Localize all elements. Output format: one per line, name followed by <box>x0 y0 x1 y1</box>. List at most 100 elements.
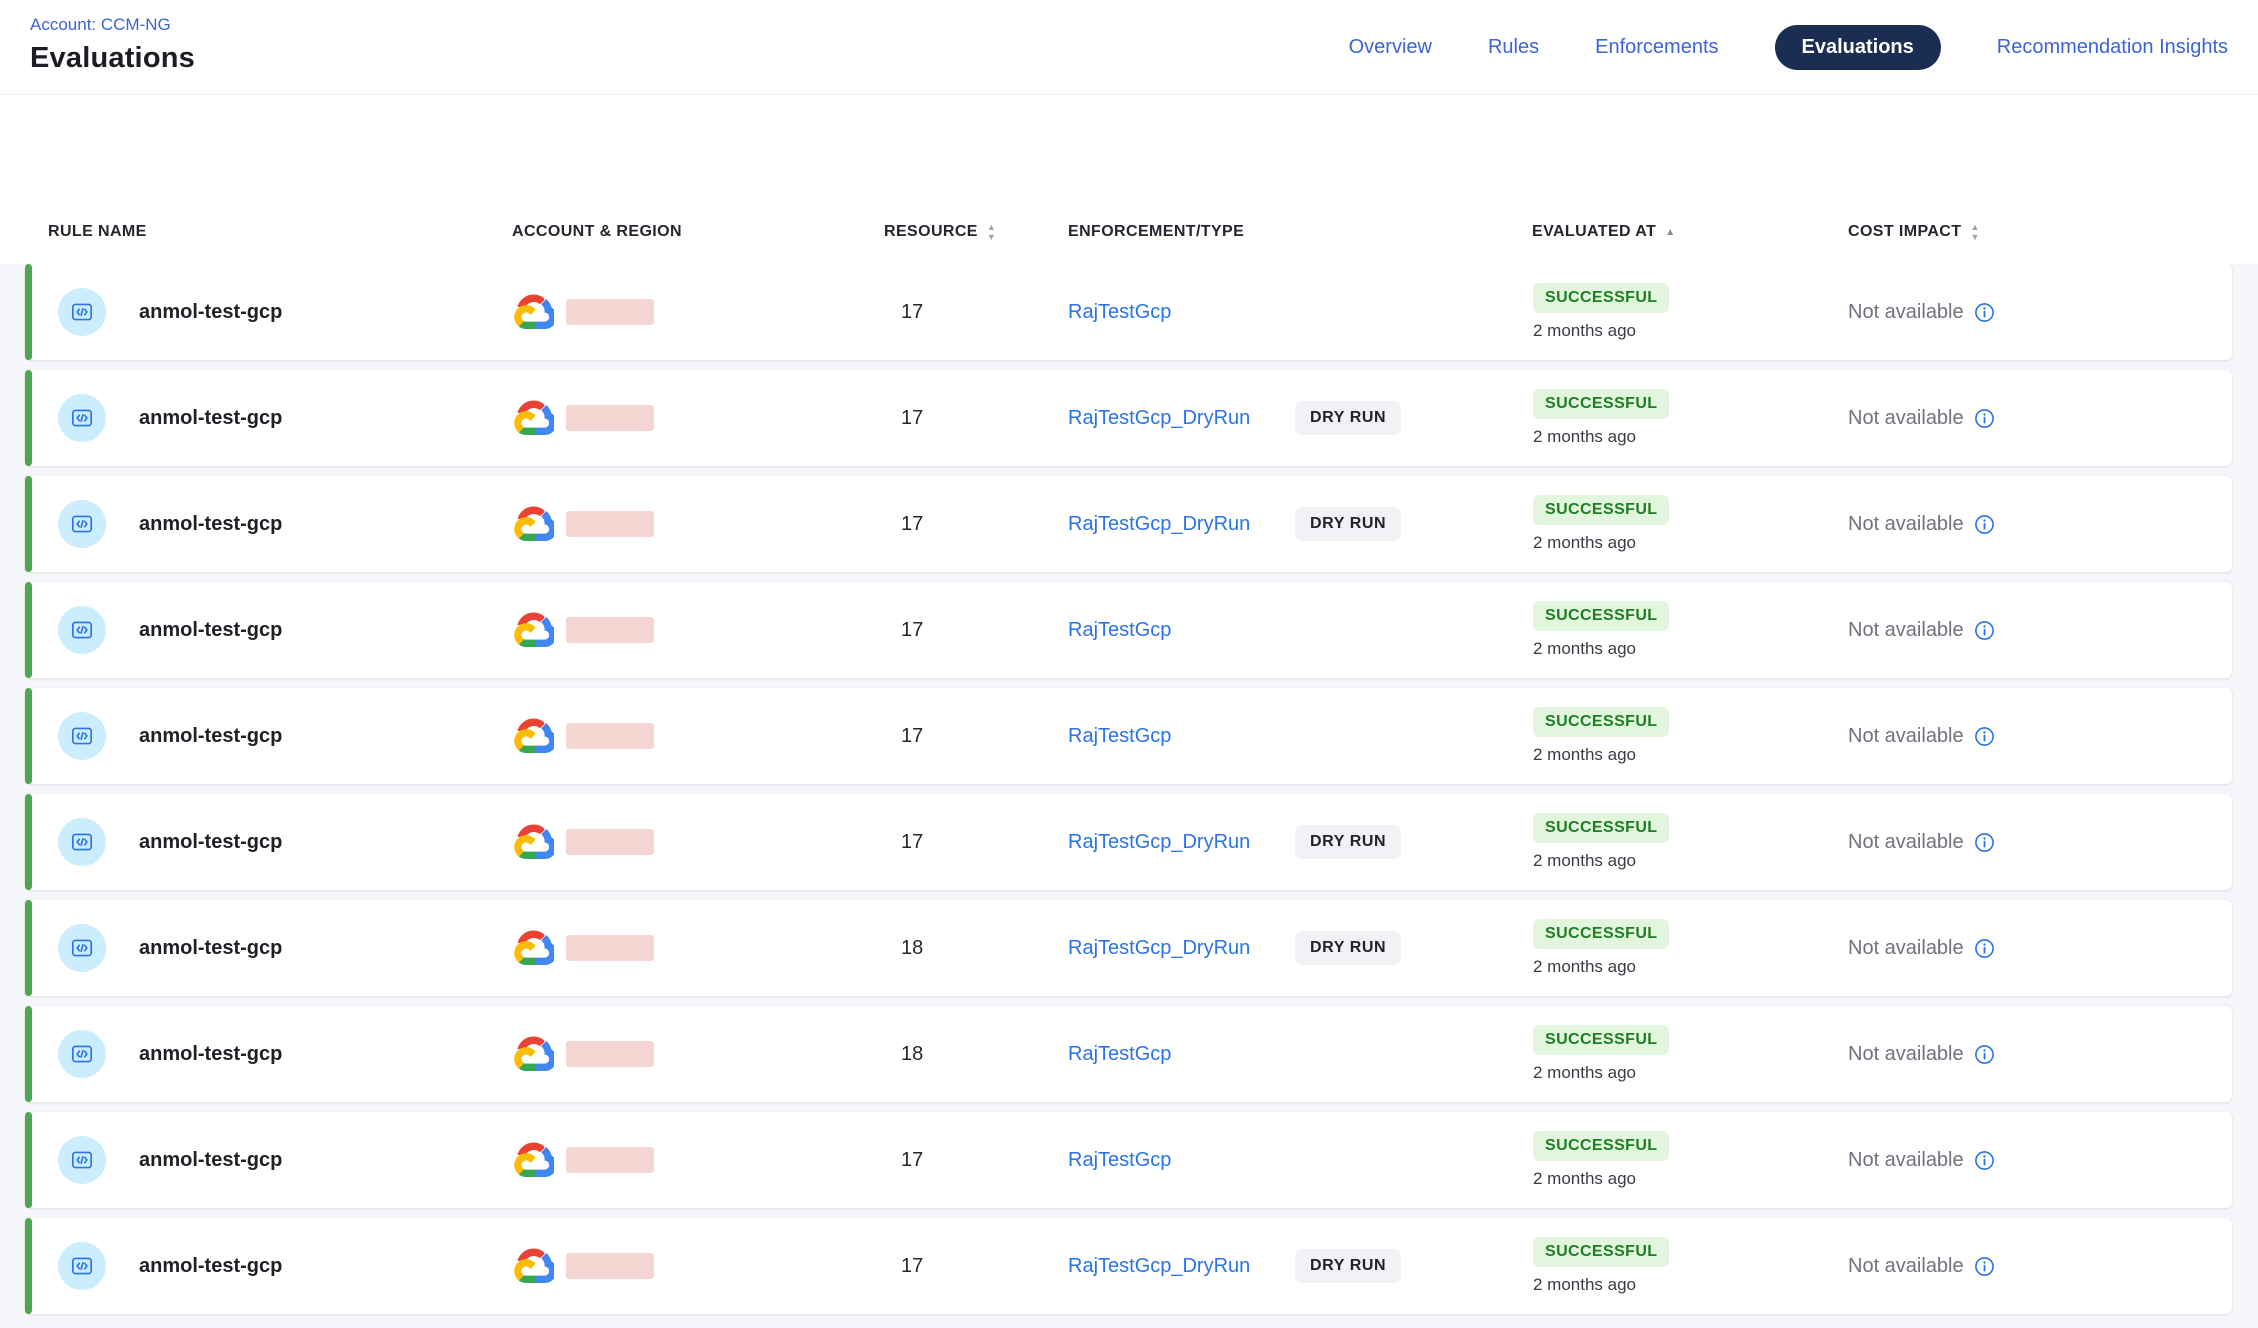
column-header-account-region: ACCOUNT & REGION <box>512 200 682 264</box>
info-icon[interactable] <box>1974 514 1995 535</box>
evaluated-at-cell: SUCCESSFUL 2 months ago <box>1533 1112 1669 1208</box>
enforcement-cell: RajTestGcp <box>1068 1112 1171 1208</box>
evaluated-at-label: 2 months ago <box>1533 745 1636 765</box>
tab-evaluations[interactable]: Evaluations <box>1775 25 1941 70</box>
evaluated-at-cell: SUCCESSFUL 2 months ago <box>1533 688 1669 784</box>
cost-impact-cell: Not available <box>1848 688 1995 784</box>
enforcement-link[interactable]: RajTestGcp <box>1068 619 1171 642</box>
cost-impact-cell: Not available <box>1848 1218 1995 1314</box>
cost-impact-label: Not available <box>1848 831 1964 854</box>
column-header-cost-impact[interactable]: COST IMPACT ▲▼ <box>1848 200 1980 264</box>
row-status-accent <box>25 264 32 360</box>
info-icon[interactable] <box>1974 302 1995 323</box>
evaluated-at-label: 2 months ago <box>1533 1169 1636 1189</box>
dry-run-cell: DRY RUN <box>1295 370 1401 466</box>
module-nav: Overview Rules Enforcements Evaluations … <box>1349 0 2228 95</box>
resource-count: 17 <box>901 407 923 430</box>
resource-count: 17 <box>901 831 923 854</box>
resource-count: 18 <box>901 1043 923 1066</box>
cost-impact-label: Not available <box>1848 937 1964 960</box>
status-badge: SUCCESSFUL <box>1533 601 1669 631</box>
table-row: anmol-test-gcp 17 RajTestGcp_DryRun DRY … <box>25 476 2232 572</box>
resource-count: 18 <box>901 937 923 960</box>
account-region-cell <box>512 688 654 784</box>
evaluated-at-cell: SUCCESSFUL 2 months ago <box>1533 264 1669 360</box>
account-region-cell <box>512 1218 654 1314</box>
column-header-resource[interactable]: RESOURCE ▲▼ <box>884 200 996 264</box>
enforcement-link[interactable]: RajTestGcp_DryRun <box>1068 937 1250 960</box>
resource-cell: 17 <box>901 582 923 678</box>
enforcement-link[interactable]: RajTestGcp_DryRun <box>1068 407 1250 430</box>
status-badge: SUCCESSFUL <box>1533 813 1669 843</box>
account-name-redacted <box>566 617 654 643</box>
enforcement-cell: RajTestGcp_DryRun <box>1068 900 1250 996</box>
resource-cell: 18 <box>901 900 923 996</box>
tab-overview[interactable]: Overview <box>1349 36 1432 59</box>
account-region-cell <box>512 476 654 572</box>
resource-cell: 17 <box>901 1218 923 1314</box>
rule-name-label: anmol-test-gcp <box>139 1255 282 1278</box>
enforcement-link[interactable]: RajTestGcp <box>1068 1043 1171 1066</box>
row-status-accent <box>25 582 32 678</box>
page-header: Account: CCM-NG Evaluations Overview Rul… <box>0 0 2258 95</box>
info-icon[interactable] <box>1974 1044 1995 1065</box>
rule-name-label: anmol-test-gcp <box>139 725 282 748</box>
tab-recommendation-insights[interactable]: Recommendation Insights <box>1997 36 2228 59</box>
evaluated-at-cell: SUCCESSFUL 2 months ago <box>1533 370 1669 466</box>
gcp-cloud-icon <box>512 612 554 648</box>
gcp-cloud-icon <box>512 1036 554 1072</box>
resource-count: 17 <box>901 1149 923 1172</box>
cost-impact-cell: Not available <box>1848 794 1995 890</box>
account-name-redacted <box>566 935 654 961</box>
row-status-accent <box>25 794 32 890</box>
enforcement-link[interactable]: RajTestGcp <box>1068 1149 1171 1172</box>
sort-ascending-icon[interactable]: ▲ <box>1665 227 1675 238</box>
column-header-evaluated-at[interactable]: EVALUATED AT ▲ <box>1532 200 1676 264</box>
rule-name-label: anmol-test-gcp <box>139 407 282 430</box>
info-icon[interactable] <box>1974 620 1995 641</box>
resource-cell: 18 <box>901 1006 923 1102</box>
info-icon[interactable] <box>1974 832 1995 853</box>
cost-impact-label: Not available <box>1848 619 1964 642</box>
evaluated-at-cell: SUCCESSFUL 2 months ago <box>1533 794 1669 890</box>
dry-run-badge: DRY RUN <box>1295 1249 1401 1283</box>
cost-impact-cell: Not available <box>1848 582 1995 678</box>
gcp-cloud-icon <box>512 1248 554 1284</box>
breadcrumb[interactable]: Account: CCM-NG <box>30 15 171 35</box>
table-row: anmol-test-gcp 17 RajTestGcp_DryRun DRY … <box>25 794 2232 890</box>
info-icon[interactable] <box>1974 1150 1995 1171</box>
rule-name-label: anmol-test-gcp <box>139 831 282 854</box>
rule-name-cell: anmol-test-gcp <box>58 476 282 572</box>
account-name-redacted <box>566 829 654 855</box>
sort-icon[interactable]: ▲▼ <box>1970 223 1979 241</box>
sort-icon[interactable]: ▲▼ <box>987 223 996 241</box>
enforcement-link[interactable]: RajTestGcp_DryRun <box>1068 1255 1250 1278</box>
row-status-accent <box>25 688 32 784</box>
evaluated-at-label: 2 months ago <box>1533 427 1636 447</box>
enforcement-cell: RajTestGcp <box>1068 1006 1171 1102</box>
dry-run-cell: DRY RUN <box>1295 794 1401 890</box>
cost-impact-label: Not available <box>1848 725 1964 748</box>
info-icon[interactable] <box>1974 726 1995 747</box>
resource-cell: 17 <box>901 264 923 360</box>
row-status-accent <box>25 1112 32 1208</box>
tab-rules[interactable]: Rules <box>1488 36 1539 59</box>
governance-rule-icon <box>58 500 106 548</box>
info-icon[interactable] <box>1974 938 1995 959</box>
enforcement-cell: RajTestGcp_DryRun <box>1068 370 1250 466</box>
status-badge: SUCCESSFUL <box>1533 1131 1669 1161</box>
enforcement-link[interactable]: RajTestGcp <box>1068 725 1171 748</box>
enforcement-link[interactable]: RajTestGcp <box>1068 301 1171 324</box>
enforcement-cell: RajTestGcp_DryRun <box>1068 794 1250 890</box>
cost-impact-label: Not available <box>1848 513 1964 536</box>
cost-impact-cell: Not available <box>1848 476 1995 572</box>
rule-name-cell: anmol-test-gcp <box>58 264 282 360</box>
enforcement-link[interactable]: RajTestGcp_DryRun <box>1068 513 1250 536</box>
account-region-cell <box>512 900 654 996</box>
info-icon[interactable] <box>1974 1256 1995 1277</box>
info-icon[interactable] <box>1974 408 1995 429</box>
tab-enforcements[interactable]: Enforcements <box>1595 36 1718 59</box>
account-region-cell <box>512 264 654 360</box>
status-badge: SUCCESSFUL <box>1533 495 1669 525</box>
enforcement-link[interactable]: RajTestGcp_DryRun <box>1068 831 1250 854</box>
